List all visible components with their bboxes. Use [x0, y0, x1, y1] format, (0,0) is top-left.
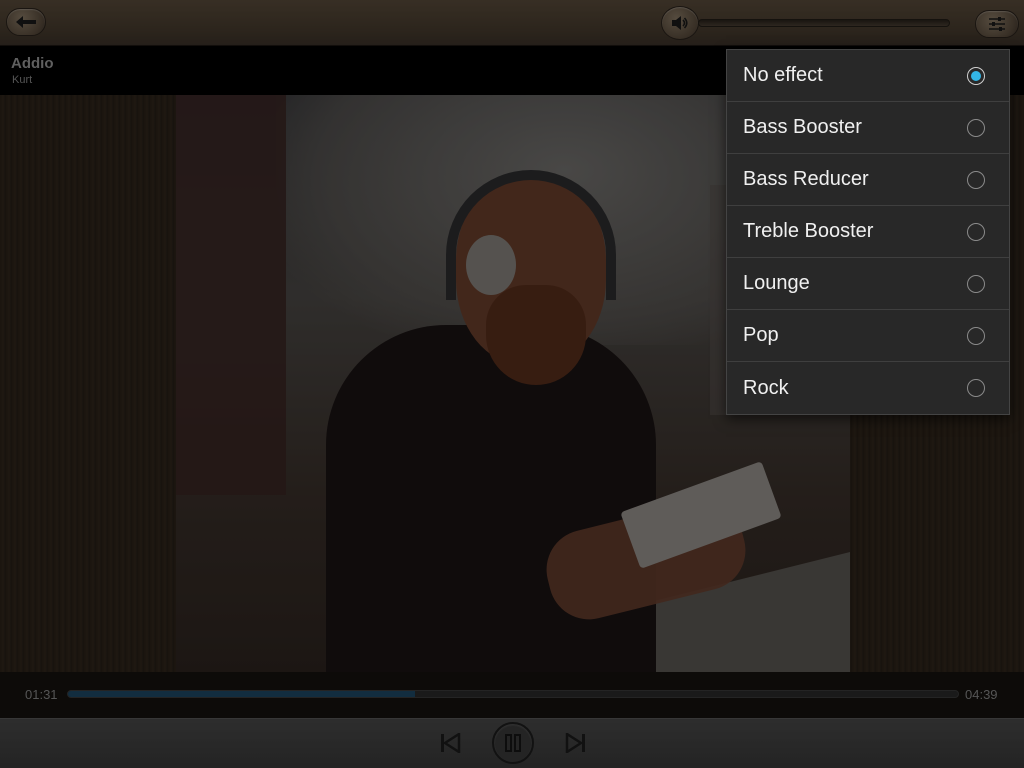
radio-button-icon[interactable] — [967, 171, 985, 189]
effect-option[interactable]: Rock — [727, 362, 1009, 414]
effect-option[interactable]: Treble Booster — [727, 206, 1009, 258]
effect-option[interactable]: No effect — [727, 50, 1009, 102]
music-player-screen: Addio Kurt 01:31 04:39 No effect Bass Bo… — [0, 0, 1024, 768]
radio-button-icon[interactable] — [967, 67, 985, 85]
radio-button-icon[interactable] — [967, 223, 985, 241]
radio-button-icon[interactable] — [967, 275, 985, 293]
radio-button-icon[interactable] — [967, 327, 985, 345]
effect-option-label: Treble Booster — [743, 220, 874, 242]
effect-option-label: Lounge — [743, 272, 810, 294]
radio-button-icon[interactable] — [967, 379, 985, 397]
sound-effects-menu: No effect Bass Booster Bass Reducer Treble … — [726, 49, 1010, 415]
effect-option-label: Pop — [743, 324, 779, 346]
effect-option-label: Bass Booster — [743, 116, 862, 138]
effect-option-label: No effect — [743, 64, 823, 86]
effect-option[interactable]: Lounge — [727, 258, 1009, 310]
radio-button-icon[interactable] — [967, 119, 985, 137]
effect-option-label: Rock — [743, 376, 789, 399]
effect-option[interactable]: Bass Booster — [727, 102, 1009, 154]
effect-option[interactable]: Bass Reducer — [727, 154, 1009, 206]
effect-option[interactable]: Pop — [727, 310, 1009, 362]
effect-option-label: Bass Reducer — [743, 168, 869, 190]
